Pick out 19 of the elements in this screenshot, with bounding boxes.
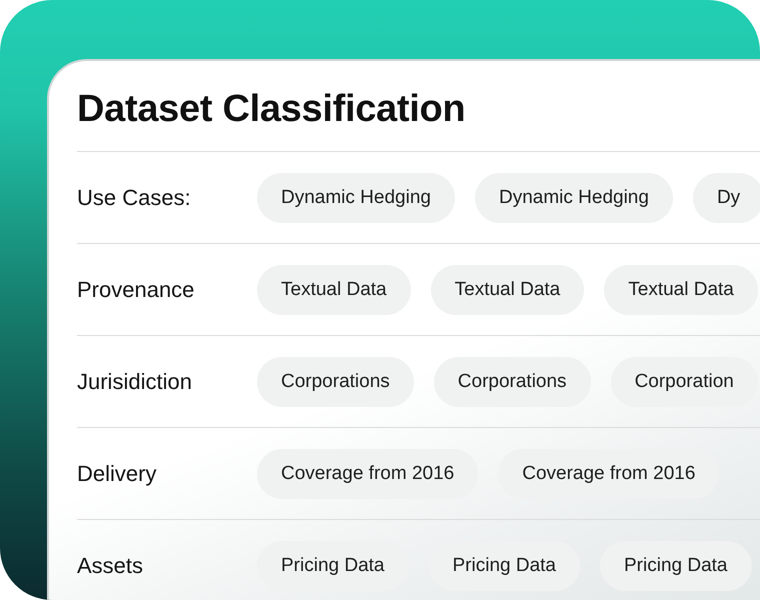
tag: Dynamic Hedging — [257, 172, 455, 222]
tag: Pricing Data — [428, 540, 580, 590]
row-label: Assets — [77, 552, 144, 578]
tag: Pricing Data — [600, 540, 752, 590]
row-label: Provenance — [77, 276, 196, 302]
tag: Coverage from 2016 — [257, 448, 478, 498]
row-label: Delivery — [77, 460, 158, 486]
row-label: Use Cases: — [77, 184, 192, 210]
row-label: Jurisidiction — [77, 368, 193, 394]
tag: Dynamic Hedging — [474, 172, 673, 222]
tag: Textual Data — [604, 264, 758, 314]
tag: Textual Data — [257, 264, 411, 314]
tag: Dy — [692, 172, 760, 222]
tag: Corporations — [257, 356, 414, 406]
card-title: Dataset Classification — [77, 87, 466, 131]
tag: Textual Data — [430, 264, 584, 314]
tag: Coverage from 2016 — [498, 448, 720, 498]
tag: Corporation — [610, 356, 758, 406]
tag: Corporations — [434, 356, 591, 406]
